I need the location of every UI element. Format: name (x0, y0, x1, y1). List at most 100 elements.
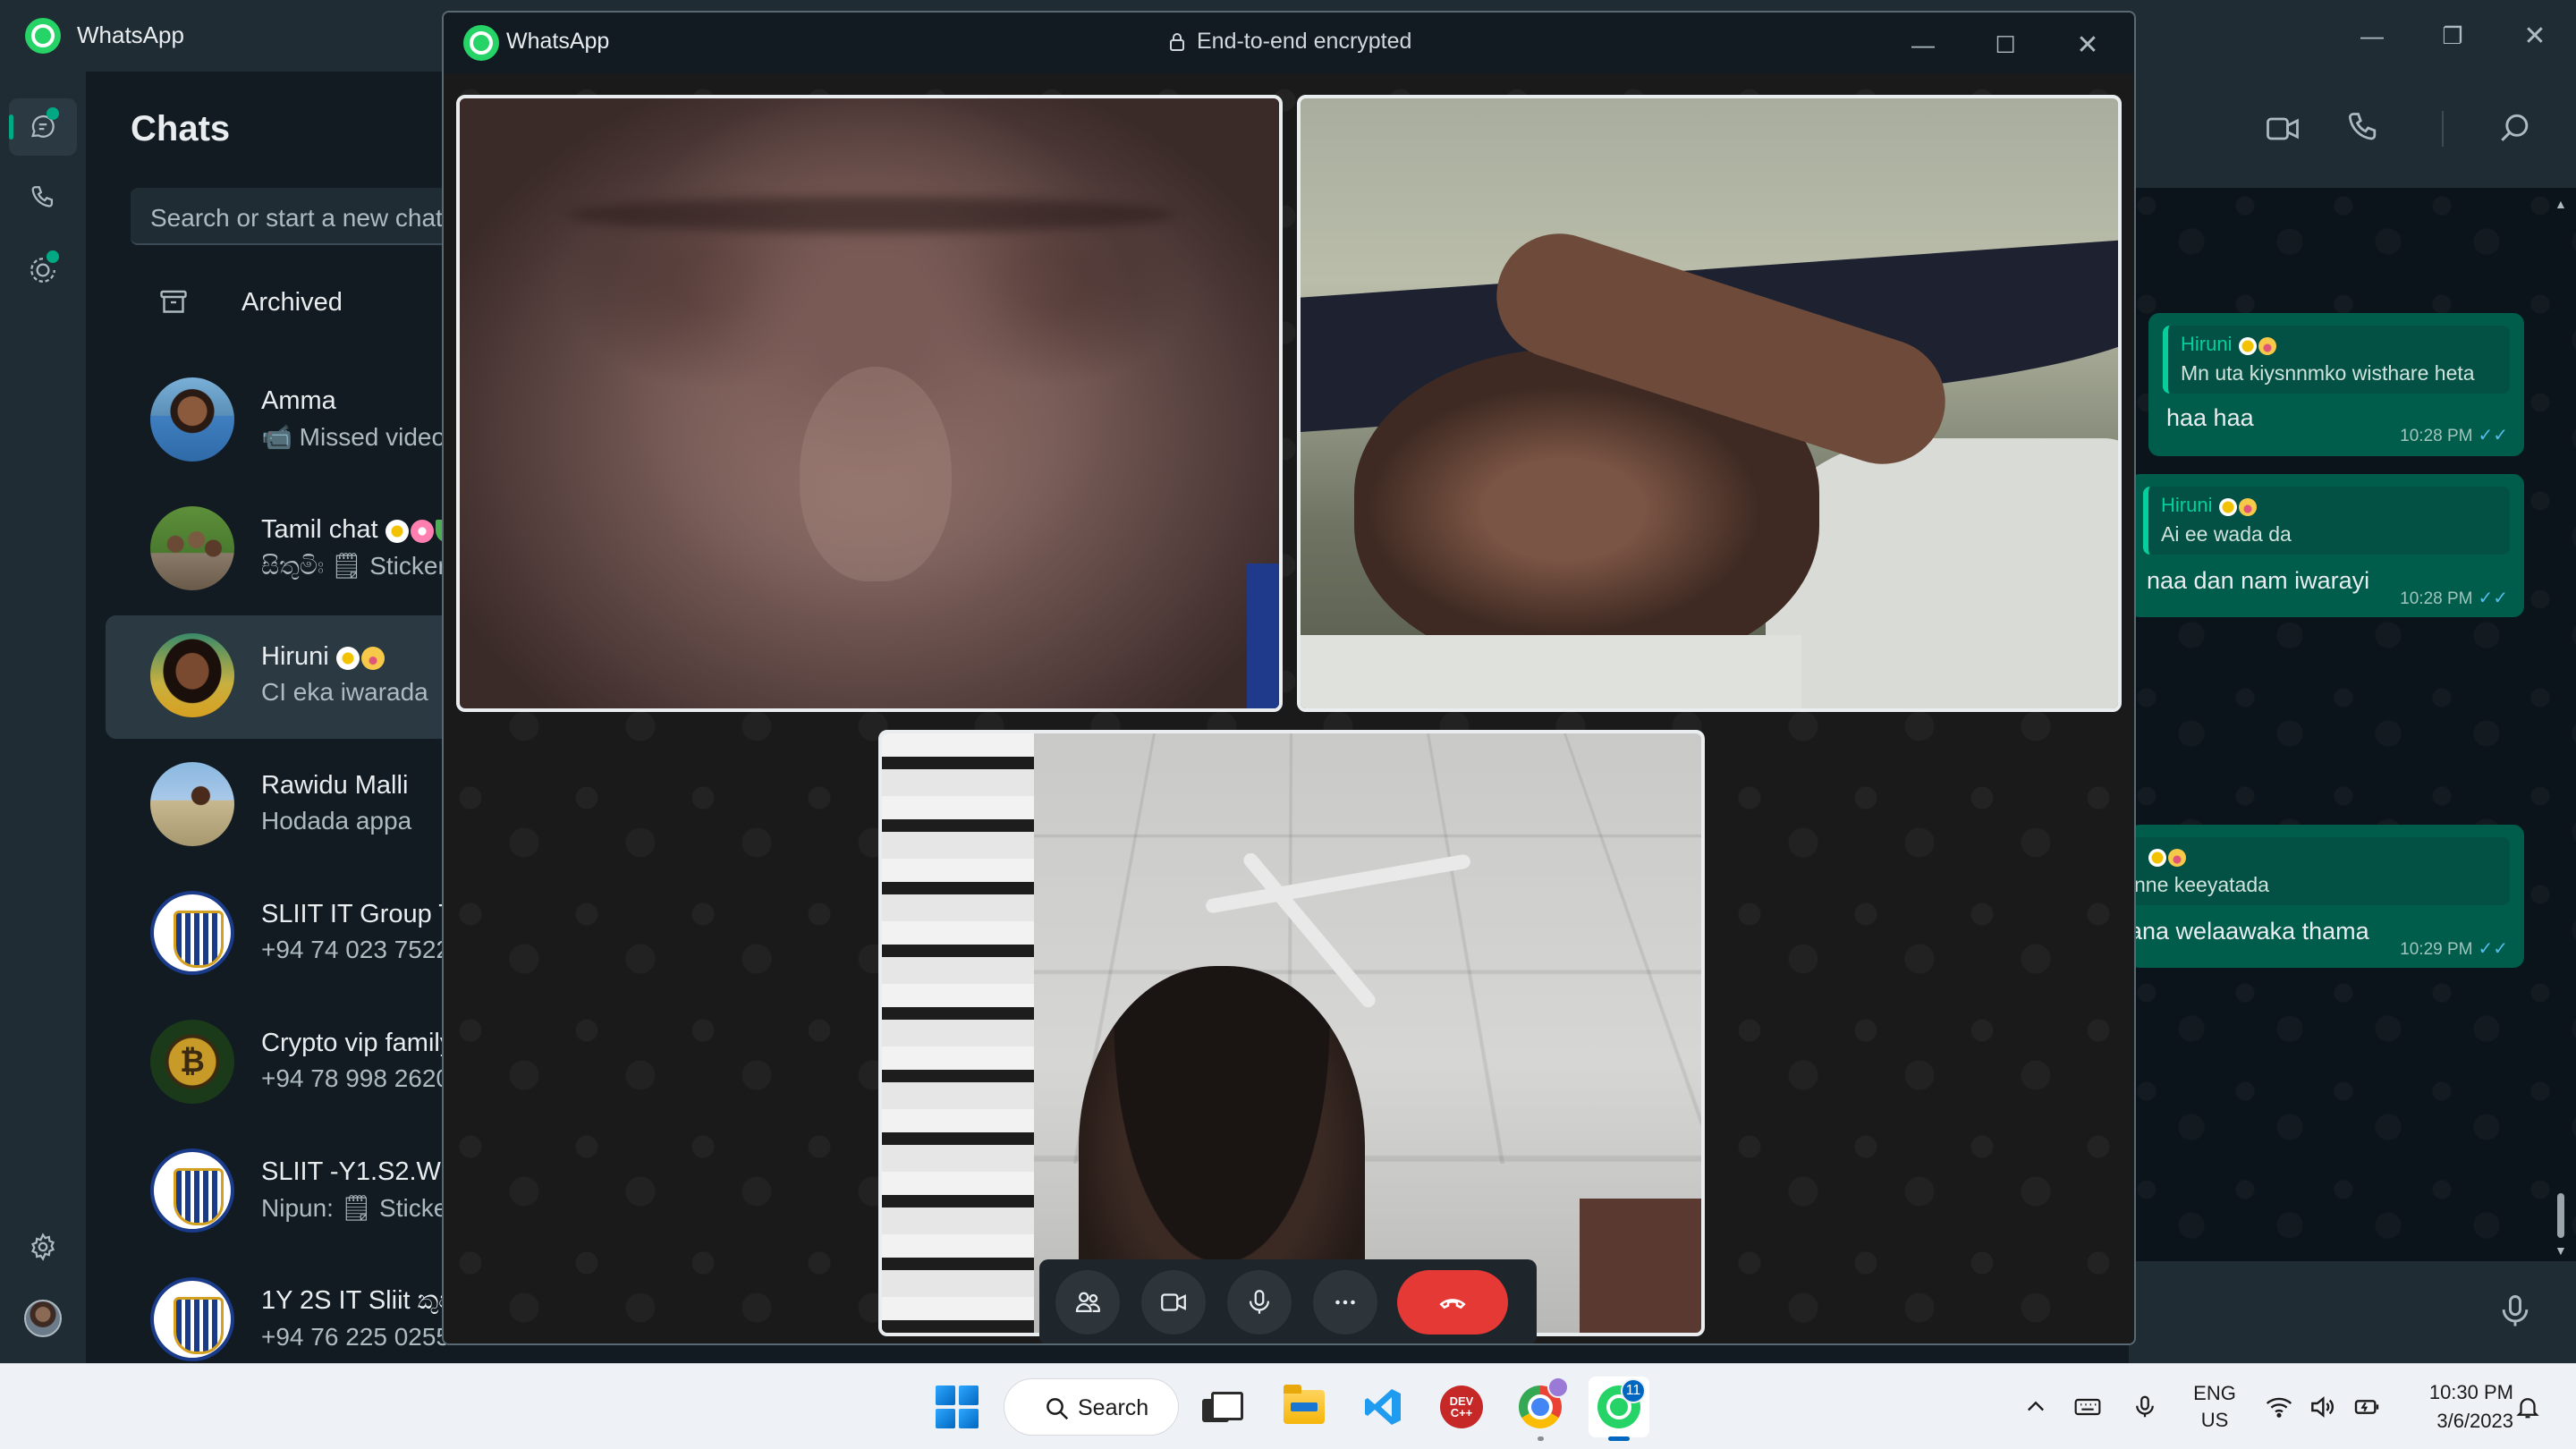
avatar (24, 1300, 62, 1337)
quoted-message[interactable]: Hiruni Mn uta kiysnnmko wisthare heta (2163, 326, 2510, 394)
nav-rail (0, 72, 86, 1363)
video-call-icon[interactable] (2263, 109, 2302, 148)
nav-profile-button[interactable] (9, 1290, 77, 1347)
quote-text: Ai ee wada da (2161, 522, 2292, 546)
more-options-button[interactable] (1313, 1270, 1377, 1335)
task-view-button[interactable] (1190, 1377, 1250, 1437)
unread-dot (47, 107, 59, 120)
chat-item-crypto-vip-family[interactable]: Crypto vip family +94 78 998 2620: (106, 1002, 453, 1125)
taskbar-search-button[interactable]: Search (1004, 1378, 1179, 1436)
scroll-thumb[interactable] (2557, 1193, 2564, 1238)
microphone-icon[interactable] (2496, 1292, 2535, 1331)
nav-chats-button[interactable] (9, 98, 77, 156)
chat-item-hiruni[interactable]: Hiruni CI eka iwarada (106, 615, 453, 739)
call-close-button[interactable]: ✕ (2064, 21, 2111, 68)
close-button[interactable]: ✕ (2512, 13, 2558, 59)
minimize-button[interactable]: — (2349, 13, 2395, 59)
chat-preview: +94 74 023 7522: (261, 936, 453, 963)
chat-list-panel: Chats Search or start a new chat Archive… (86, 72, 453, 1363)
quoted-message[interactable]: Hiruni Ai ee wada da (2143, 487, 2510, 555)
status-dot (47, 250, 59, 263)
flower-emoji-icon (385, 520, 409, 544)
devcpp-icon: DEV C++ (1440, 1385, 1483, 1428)
chat-item-tamil-chat[interactable]: Tamil chat සිතුමිඃ 🗒 Sticker (106, 488, 453, 612)
chat-item-1y-2s-it-sliit[interactable]: 1Y 2S IT Sliit කුප් +94 76 225 0255: 🗒 S… (106, 1259, 453, 1363)
show-hidden-icons-button[interactable] (2020, 1391, 2052, 1423)
emoji-group (2237, 334, 2277, 357)
microphone-icon (1249, 1290, 1270, 1314)
whatsapp-taskbar-button[interactable]: 11 (1589, 1377, 1649, 1441)
face-emoji-icon (360, 647, 385, 671)
people-icon (1075, 1292, 1100, 1313)
chat-item-amma[interactable]: Amma 📹 Missed video call (106, 360, 453, 483)
participants-button[interactable] (1055, 1270, 1120, 1335)
call-maximize-button[interactable]: ☐ (1982, 21, 2029, 68)
notification-center-button[interactable] (2512, 1391, 2544, 1423)
nav-status-button[interactable] (9, 242, 77, 299)
scroll-up-icon[interactable]: ▲ (2555, 197, 2567, 211)
search-icon[interactable] (2496, 109, 2535, 148)
nav-settings-button[interactable] (9, 1218, 77, 1275)
vscode-button[interactable] (1352, 1377, 1413, 1437)
message-bubble[interactable]: Hiruni Ai ee wada da naa dan nam iwarayi… (2129, 474, 2524, 617)
quoted-message[interactable]: nne keeyatada (2129, 837, 2510, 905)
end-call-button[interactable] (1397, 1270, 1508, 1335)
chrome-button[interactable] (1510, 1377, 1571, 1441)
battery-charging-icon (2354, 1400, 2379, 1414)
voice-call-icon[interactable] (2343, 109, 2383, 148)
encryption-indicator: End-to-end encrypted (1168, 29, 1411, 55)
search-input[interactable]: Search or start a new chat (131, 188, 453, 245)
video-frame-shading (882, 733, 1034, 1333)
nav-calls-button[interactable] (9, 170, 77, 227)
quote-author-wrapper: Hiruni (2161, 494, 2258, 518)
self-video-tile[interactable] (878, 730, 1705, 1336)
message-bubble[interactable]: Hiruni Mn uta kiysnnmko wisthare heta ha… (2148, 313, 2524, 456)
file-explorer-button[interactable] (1274, 1377, 1335, 1437)
avatar (150, 506, 234, 590)
notification-badge: 11 (1621, 1378, 1646, 1403)
call-controls-bar (1039, 1259, 1537, 1343)
microphone-tray-button[interactable] (2129, 1391, 2161, 1423)
chat-preview: 📹 Missed video call (261, 423, 453, 451)
avatar (150, 1148, 234, 1233)
wifi-icon (2266, 1397, 2292, 1418)
mute-button[interactable] (1227, 1270, 1292, 1335)
message-time: 10:28 PM (2400, 589, 2473, 608)
chat-item-rawidu-malli[interactable]: Rawidu Malli Hodada appa (106, 744, 453, 868)
message-text: haa haa (2166, 404, 2254, 431)
message-bubble[interactable]: nne keeyatada ana welaawaka thama 10:29 … (2129, 825, 2524, 968)
archive-icon (160, 290, 187, 313)
archived-row[interactable]: Archived (86, 268, 453, 340)
video-frame-shading (567, 197, 1175, 233)
volume-button[interactable] (2306, 1391, 2338, 1423)
chat-name: Amma (261, 386, 336, 415)
avatar (150, 377, 234, 462)
conversation-scrollbar[interactable]: ▲ ▼ (2551, 188, 2571, 1261)
chat-item-sliit-y1s2[interactable]: SLIIT -Y1.S2.WD.IT Nipun: 🗒 Sticker (106, 1131, 453, 1254)
message-meta: 10:28 PM ✓✓ (2400, 587, 2508, 609)
participant-video-tile-1[interactable] (456, 95, 1283, 712)
call-minimize-button[interactable]: — (1900, 21, 1946, 68)
gear-icon (30, 1233, 55, 1261)
battery-button[interactable] (2351, 1391, 2383, 1423)
search-icon (1046, 1398, 1069, 1420)
chat-item-sliit-it-group[interactable]: SLIIT IT Group Training +94 74 023 7522: (106, 873, 453, 996)
participant-video-tile-2[interactable] (1297, 95, 2122, 712)
network-button[interactable] (2263, 1391, 2295, 1423)
restore-button[interactable]: ❐ (2429, 13, 2476, 59)
call-stage (444, 73, 2134, 1343)
input-language-button[interactable]: ENG US (2188, 1380, 2241, 1434)
video-toggle-button[interactable] (1141, 1270, 1206, 1335)
chat-name: 1Y 2S IT Sliit කුප් (261, 1286, 453, 1315)
scroll-down-icon[interactable]: ▼ (2555, 1243, 2567, 1258)
touch-keyboard-button[interactable] (2072, 1391, 2104, 1423)
call-titlebar: WhatsApp End-to-end encrypted — ☐ ✕ (444, 13, 2134, 73)
clock-time: 10:30 PM (2428, 1381, 2513, 1403)
phone-icon (31, 186, 54, 208)
archived-label: Archived (242, 288, 343, 317)
clock-button[interactable]: 10:30 PM 3/6/2023 (2397, 1378, 2513, 1436)
start-button[interactable] (927, 1377, 987, 1437)
devcpp-button[interactable]: DEV C++ (1431, 1377, 1492, 1437)
flower-emoji-icon (2219, 498, 2238, 517)
quote-author: Hiruni (2161, 494, 2213, 516)
